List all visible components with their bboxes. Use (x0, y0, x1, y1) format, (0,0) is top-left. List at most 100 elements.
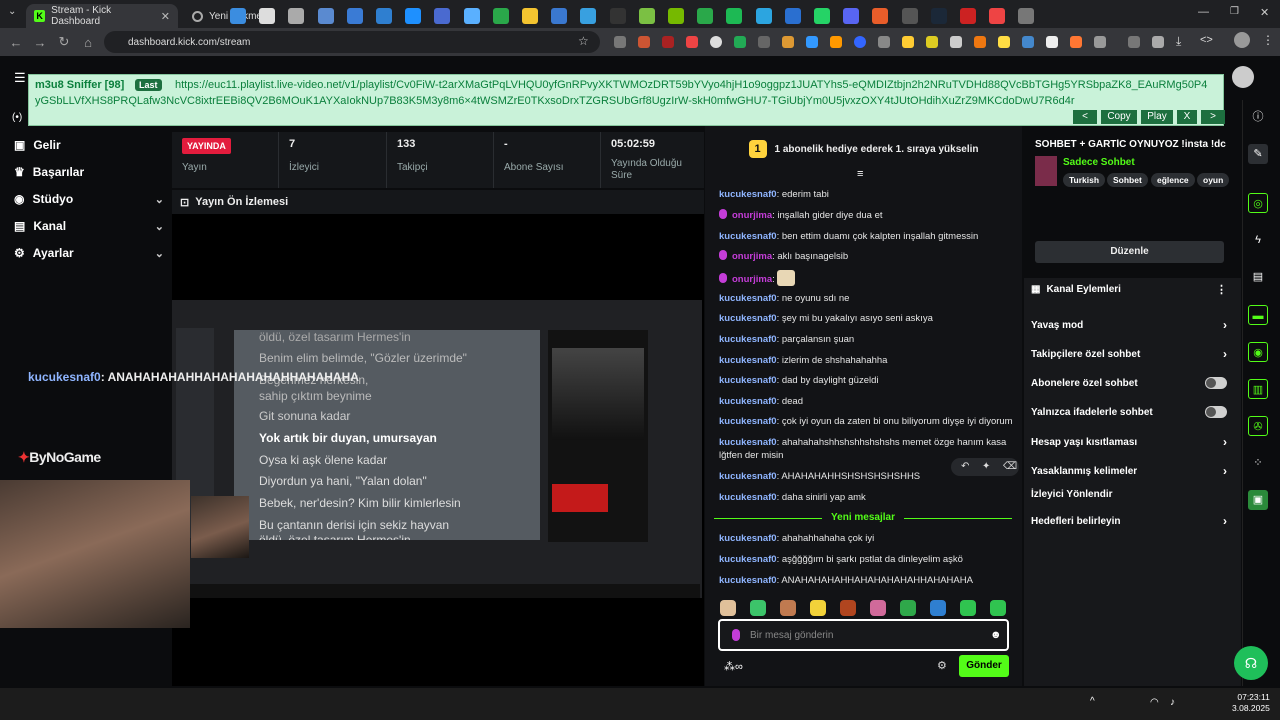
emote-icon[interactable] (720, 600, 736, 616)
sidebar-item-kanal[interactable]: ▤ Kanal ⌄ (14, 217, 164, 235)
file-explorer-icon[interactable] (522, 8, 538, 24)
emote-icon[interactable] (780, 600, 796, 616)
bookmark-star-icon[interactable]: ☆ (578, 34, 589, 48)
extension-icon[interactable] (902, 36, 914, 48)
points-icon[interactable]: ⁂∞ (724, 660, 743, 673)
sniffer-play-button[interactable]: Play (1141, 110, 1173, 124)
extension-icon[interactable] (878, 36, 890, 48)
extension-icon[interactable] (638, 36, 650, 48)
minimize-icon[interactable]: — (1198, 6, 1209, 18)
extension-icon[interactable] (782, 36, 794, 48)
chat-username[interactable]: kucukesnaf0 (719, 313, 777, 324)
chat-bubble-icon[interactable]: ▬ (1248, 305, 1268, 325)
search-icon[interactable] (259, 8, 276, 24)
delete-icon[interactable]: ⌫ (1003, 461, 1017, 472)
chat-username[interactable]: kucukesnaf0 (719, 334, 777, 345)
devtools-icon[interactable]: <> (1200, 34, 1213, 46)
chat-message[interactable]: kucukesnaf0: ahahahhahaha çok iyi (719, 532, 1015, 545)
sidebar-item-gelir[interactable]: ▣ Gelir (14, 136, 164, 154)
extension-icon[interactable] (950, 36, 962, 48)
epic-games-icon[interactable] (901, 8, 918, 24)
chat-username[interactable]: kucukesnaf0 (719, 396, 777, 407)
photos-icon[interactable] (376, 8, 392, 24)
chat-message[interactable]: kucukesnaf0: dad by daylight güzeldi (719, 374, 1015, 387)
more-options-icon[interactable]: ⋮ (1216, 283, 1227, 296)
forward-icon[interactable]: → (28, 35, 52, 50)
extension-icon[interactable] (806, 36, 818, 48)
home-icon[interactable]: ⌂ (76, 35, 100, 50)
tab-groups-icon[interactable] (1128, 36, 1140, 48)
channel-action-item[interactable]: Hesap yaşı kısıtlaması › (1031, 435, 1227, 449)
gift-sub-banner[interactable]: 1 1 abonelik hediye ederek 1. sıraya yük… (705, 132, 1022, 166)
clipboard-icon[interactable]: ▤ (1248, 267, 1268, 287)
scan-icon[interactable]: ◎ (1248, 193, 1268, 213)
emote-icon[interactable] (960, 600, 976, 616)
sniffer-url-line-1[interactable]: https://euc11.playlist.live-video.net/v1… (175, 79, 1223, 91)
new-messages-divider[interactable]: Yeni mesajlar (714, 512, 1012, 524)
extension-icon[interactable] (926, 36, 938, 48)
emoji-icon[interactable]: ☻ (990, 629, 1002, 641)
send-button[interactable]: Gönder (959, 655, 1009, 677)
pencil-icon[interactable]: ✎ (1248, 144, 1268, 164)
store-icon[interactable] (551, 8, 568, 24)
chat-username[interactable]: kucukesnaf0 (719, 533, 777, 544)
browser-menu-icon[interactable]: ⋮ (1262, 33, 1274, 47)
opera-icon[interactable] (960, 8, 976, 24)
sniffer-close-button[interactable]: X (1177, 110, 1197, 124)
chat-message[interactable]: onurjima: inşallah gider diye dua et (719, 209, 1015, 222)
chat-username[interactable]: kucukesnaf0 (719, 437, 777, 448)
emote-icon[interactable] (900, 600, 916, 616)
chat-message-input[interactable]: Bir mesaj gönderin ☻ (718, 619, 1009, 651)
sniffer-prev-button[interactable]: < (1073, 110, 1097, 124)
app-icon[interactable] (697, 8, 714, 24)
telegram-icon[interactable] (755, 8, 772, 24)
wifi-icon[interactable]: ◠ (1150, 697, 1159, 708)
app-icon[interactable]: ▣ (1248, 490, 1268, 510)
reload-icon[interactable]: ↻ (52, 34, 76, 50)
chat-username[interactable]: kucukesnaf0 (719, 189, 777, 200)
dots-icon[interactable]: ⁘ (1248, 453, 1268, 473)
whatsapp-icon[interactable] (814, 8, 830, 24)
sidebar-item-studyo[interactable]: ◉ Stüdyo ⌄ (14, 190, 164, 208)
emote-icon[interactable] (930, 600, 946, 616)
pinned-toggle-icon[interactable]: ≡ (857, 168, 863, 180)
start-icon[interactable] (230, 8, 246, 24)
sniffer-url-line-2[interactable]: yGSbLLVfXHS8PRQLafw3NcVC8ixtrEEBi8QV2B6M… (35, 95, 1075, 107)
app-icon[interactable] (784, 8, 801, 24)
sniffer-copy-button[interactable]: Copy (1101, 110, 1137, 124)
extension-icon[interactable] (758, 36, 770, 48)
chat-message[interactable]: onurjima: aklı başınagelsib (719, 250, 1015, 263)
outlook-icon[interactable] (463, 8, 480, 24)
tray-chevron-icon[interactable]: ^ (1090, 696, 1095, 707)
extension-icon[interactable] (662, 36, 674, 48)
settings-icon[interactable] (317, 8, 334, 24)
close-window-icon[interactable]: ✕ (1260, 6, 1269, 19)
emote-icon[interactable] (870, 600, 886, 616)
obs-icon[interactable] (1018, 8, 1035, 24)
chat-username[interactable]: kucukesnaf0 (719, 492, 777, 503)
channel-action-item[interactable]: Hedefleri belirleyin › (1031, 514, 1227, 528)
emote-icon[interactable] (840, 600, 856, 616)
channel-action-item[interactable]: Yavaş mod › (1031, 318, 1227, 332)
chat-message[interactable]: kucukesnaf0: daha sinirli yap amk (719, 491, 1015, 504)
url-field[interactable]: dashboard.kick.com/stream (104, 31, 600, 53)
app-icon[interactable] (872, 8, 889, 24)
chat-message[interactable]: kucukesnaf0: ANAHAHAHAHHAHAHAHAHAHHAHAHA… (719, 574, 1015, 587)
app-icon[interactable] (638, 8, 655, 24)
tab-search-icon[interactable]: ⌄ (8, 6, 16, 17)
chat-message[interactable]: kucukesnaf0: izlerim de shshahahahha (719, 354, 1015, 367)
task-view-icon[interactable] (288, 8, 305, 24)
back-icon[interactable]: ← (4, 35, 28, 50)
extension-icon[interactable] (614, 36, 626, 48)
extensions-puzzle-icon[interactable] (1094, 36, 1106, 48)
spotify-icon[interactable] (726, 8, 743, 24)
notepad-icon[interactable] (580, 8, 597, 24)
chat-username[interactable]: kucukesnaf0 (719, 554, 777, 565)
edge-icon[interactable] (405, 8, 422, 24)
edit-stream-button[interactable]: Düzenle (1035, 241, 1224, 263)
sidebar-item-basarilar[interactable]: ♛ Başarılar (14, 163, 164, 181)
channel-action-item[interactable]: Takipçilere özel sohbet › (1031, 347, 1227, 361)
steam-icon[interactable] (930, 8, 947, 24)
emote-icon[interactable] (750, 600, 766, 616)
channel-action-item[interactable]: İzleyici Yönlendir (1031, 489, 1227, 500)
